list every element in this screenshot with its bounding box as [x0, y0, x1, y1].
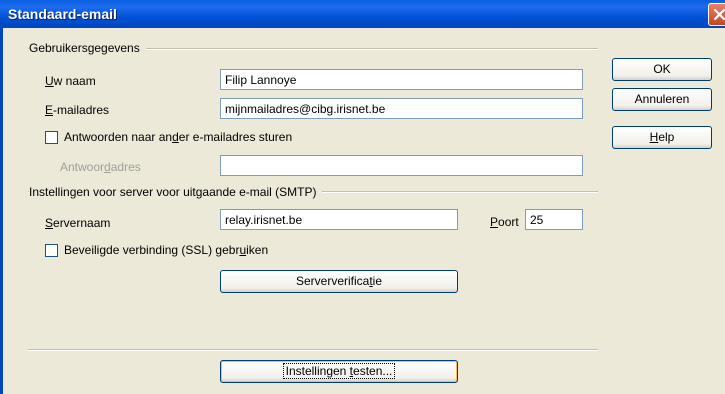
bottom-separator [28, 349, 598, 351]
help-button[interactable]: Help [612, 126, 712, 149]
port-input[interactable] [525, 209, 583, 230]
group-heading-smtp: Instellingen voor server voor uitgaande … [29, 185, 323, 199]
server-input[interactable] [220, 209, 458, 230]
email-label: E-mailadres [45, 103, 110, 117]
reply-to-checkbox[interactable] [45, 131, 58, 144]
group-heading-user: Gebruikersgegevens [29, 41, 146, 55]
ok-button[interactable]: OK [612, 58, 712, 81]
port-label: Poort [490, 215, 519, 229]
reply-address-input[interactable] [220, 155, 583, 176]
close-button[interactable] [708, 3, 725, 26]
test-settings-button[interactable]: Instellingen testen... [220, 360, 458, 383]
server-verification-button[interactable]: Serververificatie [220, 270, 458, 293]
reply-to-checkbox-label: Antwoorden naar ander e-mailadres sturen [64, 130, 293, 144]
ssl-checkbox[interactable] [45, 244, 58, 257]
reply-address-label: Antwoordadres [60, 160, 141, 174]
dialog-body: Gebruikersgegevens Uw naam E-mailadres A… [0, 28, 725, 394]
name-input[interactable] [220, 69, 583, 90]
close-icon [713, 8, 725, 21]
name-label: Uw naam [45, 74, 96, 88]
title-bar: Standaard-email [0, 0, 725, 28]
cancel-button[interactable]: Annuleren [612, 88, 712, 111]
window-title: Standaard-email [8, 6, 117, 22]
ssl-checkbox-label: Beveiligde verbinding (SSL) gebruiken [64, 243, 269, 257]
email-input[interactable] [220, 98, 583, 119]
server-label: Servernaam [45, 216, 111, 230]
